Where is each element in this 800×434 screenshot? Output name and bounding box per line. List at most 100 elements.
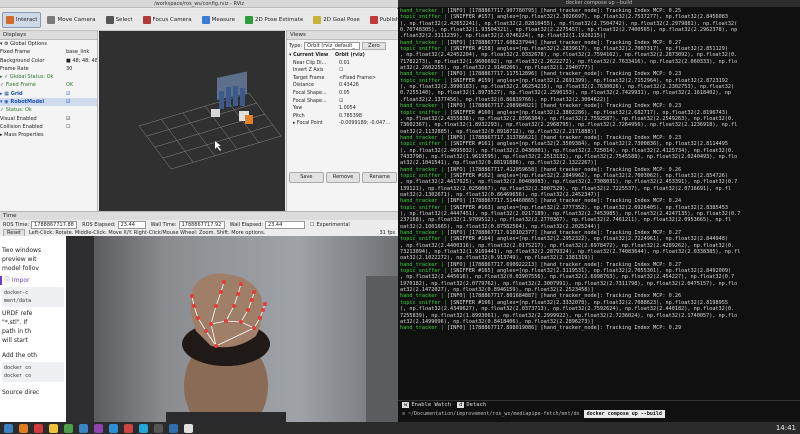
display-row[interactable]: Background Color ■ 48; 48; 48 [0,57,97,65]
log-message: [INFO] [1788867717.208984021] [hand_trac… [443,103,682,110]
3d-viewport[interactable] [99,31,285,236]
log-source: hand_tracker | [400,325,444,332]
tool-focus-camera[interactable]: Focus Camera [139,12,196,28]
view-property-row[interactable]: Target Frame <Fixed Frame> [287,75,398,83]
view-property-key: ▸ Focal Point [293,121,323,127]
view-property-value: -0.0099189; -0.047... [339,121,390,127]
rviz-title-bar: /workspace/ros_ws/config.rviz - RViz [0,0,398,8]
view-property-row[interactable]: Near Clip Di... 0.01 [287,60,398,68]
tool-2d-pose-estimate[interactable]: 2D Pose Estimate [241,12,307,28]
taskbar-app-icon[interactable] [169,423,178,433]
taskbar-app-icon[interactable] [79,423,88,433]
taskbar-app-icon[interactable] [109,423,118,433]
log-source: hand_tracker | [400,39,444,46]
display-key: ▸ ▦ Grid [0,90,23,97]
display-value [66,131,97,139]
ros-time-input[interactable]: 1788867717.88 [31,220,78,229]
clock: 14:41 [775,424,796,432]
rename-view-button[interactable]: Rename [362,172,398,183]
terminal-output[interactable]: hand_tracker | [INFO] [1788867717.907780… [400,8,800,400]
view-property-row[interactable]: Yaw 1.0054 [287,105,398,113]
displays-tree: ▾ ⚙ Global Options Fixed Frame base_link … [0,40,97,140]
footer-key-label[interactable]: Detach [466,402,486,408]
ros-elapsed-field: ROS Elapsed: 23.44 [82,220,146,229]
log-message: [INFO] [1788867717.801684887] [hand_trac… [443,293,682,300]
log-source: hand_tracker | [400,8,444,14]
display-value: ■ 48; 48; 48 [66,57,97,64]
current-view-row[interactable]: ▾ Current View Orbit (rviz) [287,52,398,60]
ros-elapsed-label: ROS Elapsed: [82,221,116,228]
view-property-value: 1.0054 [339,106,356,112]
terminal-command-tab[interactable]: docker compose up --build [583,410,665,418]
view-property-row[interactable]: Focal Shape... 0.05 [287,90,398,98]
view-type-select[interactable]: Orbit (rviz_default_ [304,42,361,50]
log-message: [INFO] [1788867717.117512896] [hand_trac… [443,71,682,78]
display-row[interactable]: ▸ ▦ Grid ☑ [0,90,97,98]
taskbar [0,422,800,434]
display-key: Background Color [0,57,45,64]
terminal-window[interactable]: docker compose up --build hand_tracker |… [398,0,800,422]
display-row[interactable]: ▸ ✓ Global Status: Ok [0,73,97,81]
taskbar-app-icon[interactable] [64,423,73,433]
doc-line: Source direc [2,389,40,396]
display-row[interactable]: ▾ ◉ RobotModel ☑ [0,98,97,107]
display-value [66,106,97,114]
log-message: [INFO] [1788867717.412059658] [hand_trac… [443,166,682,173]
taskbar-app-icon[interactable] [124,423,133,433]
wall-elapsed-input[interactable]: 23.44 [264,220,305,229]
tool-move-camera[interactable]: Move Camera [43,12,99,28]
log-message: [SNIFFER #160] angles=[np.float32(2.3802… [446,109,728,116]
view-property-row[interactable]: Distance 0.43426 [287,82,398,90]
taskbar-app-icon[interactable] [184,423,193,433]
footer-key-label[interactable]: Enable Watch [411,402,451,408]
ros-elapsed-input[interactable]: 23.44 [117,220,146,229]
zero-button[interactable]: Zero [362,42,386,50]
view-property-row[interactable]: Pitch 0.785398 [287,113,398,121]
display-row[interactable]: Frame Rate 30 [0,65,97,73]
terminal-tab[interactable]: ≡ ~/Documentation/improvement/ros_ws/med… [402,410,580,418]
display-key: Visual Enabled [0,115,37,122]
taskbar-app-icon[interactable] [4,423,13,433]
save-view-button[interactable]: Save [289,172,324,183]
tool-2d-goal-pose[interactable]: 2D Goal Pose [309,12,364,28]
code-block: docker co docker co [2,362,64,382]
view-property-row[interactable]: Focal Shape... ☑ [287,98,398,106]
tool-interact[interactable]: Interact [2,11,42,28]
tool-select[interactable]: Select [102,12,137,28]
remove-view-button[interactable]: Remove [325,172,361,183]
view-property-row[interactable]: Invert Z Axis ☐ [287,67,398,75]
taskbar-app-icon[interactable] [139,423,148,433]
ros-time-field: ROS Time: 1788867717.88 [3,220,78,229]
view-property-row[interactable]: ▸ Focal Point -0.0099189; -0.047... [287,120,398,128]
taskbar-app-icon[interactable] [94,423,103,433]
view-property-key: Near Clip Di... [293,60,327,66]
display-row[interactable]: ✓ Fixed Frame OK [0,81,97,89]
wall-time-input[interactable]: 1788867717.92 [178,220,225,229]
log-source: hand_tracker | [400,293,444,300]
camera-frame [66,236,398,422]
taskbar-app-icon[interactable] [19,423,28,433]
tool-measure[interactable]: Measure [198,12,239,28]
display-row[interactable]: ▸ Mass Properties [0,131,97,139]
view-properties: Near Clip Di... 0.01 Invert Z Axis ☐ Target … [287,60,398,128]
log-source: topic_sniffer | [400,46,447,53]
time-header: Time [0,212,398,220]
display-row[interactable]: ▾ ⚙ Global Options [0,40,97,48]
taskbar-app-icon[interactable] [49,423,58,433]
code-line: ment/data [4,298,32,304]
display-value: ☐ [66,123,71,130]
display-row[interactable]: ✓ Status: Ok [0,106,97,114]
display-row[interactable]: Collision Enabled ☐ [0,123,97,131]
tool-label: Focus Camera [152,16,192,23]
taskbar-app-icon[interactable] [34,423,43,433]
experimental-checkbox[interactable]: ☐ Experimental [310,222,350,228]
footer-key: d [457,402,465,408]
views-button-row: Save Remove Rename [289,172,398,183]
log-message: [INFO] [1788867717.610102377] [hand_trac… [443,230,682,237]
view-property-value: 0.785398 [339,113,362,119]
log-message: [SNIFFER #162] angles=[np.float32(2.2849… [446,172,728,179]
taskbar-app-icon[interactable] [154,423,163,433]
display-value: OK [66,82,74,89]
display-row[interactable]: Fixed Frame base_link [0,48,97,56]
display-row[interactable]: Visual Enabled ☑ [0,115,97,123]
